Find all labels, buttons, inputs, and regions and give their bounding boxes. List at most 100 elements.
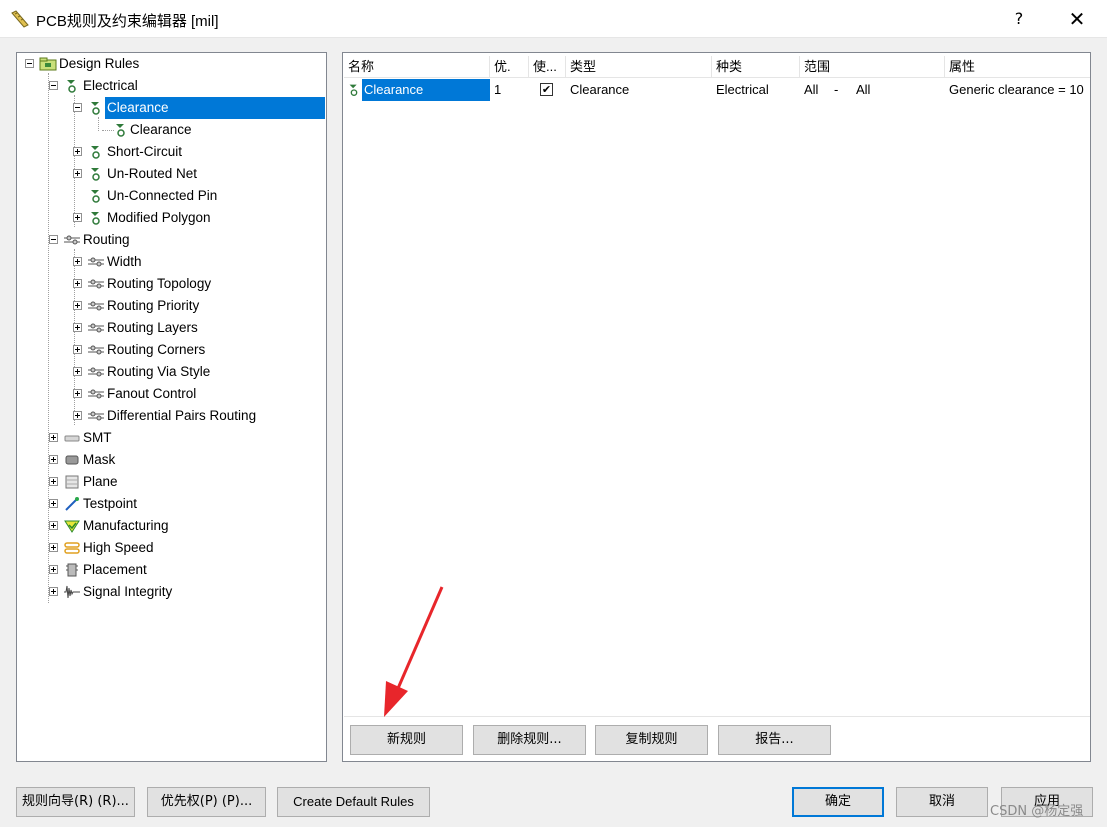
enabled-checkbox[interactable]: ✔ <box>540 83 553 96</box>
routing-icon <box>88 411 104 421</box>
close-button[interactable]: ✕ <box>1060 4 1094 34</box>
column-name[interactable]: 名称 <box>344 56 490 78</box>
delete-rule-button[interactable]: 删除规则... <box>473 725 586 755</box>
collapse-toggle[interactable] <box>25 59 34 68</box>
collapse-toggle[interactable] <box>49 81 58 90</box>
tree-item-testpoint[interactable]: Testpoint <box>17 493 317 515</box>
expand-toggle[interactable] <box>73 213 82 222</box>
tree-label: Design Rules <box>59 56 140 71</box>
column-category[interactable]: 种类 <box>712 56 800 78</box>
tree-item-width[interactable]: Width <box>17 251 317 273</box>
signal-integrity-icon <box>64 585 80 599</box>
expand-toggle[interactable] <box>73 411 82 420</box>
expand-toggle[interactable] <box>49 587 58 596</box>
tree-item-routing-priority[interactable]: Routing Priority <box>17 295 317 317</box>
routing-icon <box>88 323 104 333</box>
tree-item-routing[interactable]: Routing <box>17 229 317 251</box>
expand-toggle[interactable] <box>73 323 82 332</box>
pcb-ruler-icon <box>11 10 29 28</box>
column-type[interactable]: 类型 <box>566 56 712 78</box>
tree-label: Modified Polygon <box>107 210 211 225</box>
cell-scope-first: All <box>804 82 819 97</box>
copy-rule-button[interactable]: 复制规则 <box>595 725 708 755</box>
plane-icon <box>65 475 79 489</box>
expand-toggle[interactable] <box>73 301 82 310</box>
electrical-rule-icon <box>91 102 100 115</box>
tree-item-fanout-control[interactable]: Fanout Control <box>17 383 317 405</box>
table-row[interactable]: Clearance 1 ✔ Clearance Electrical All -… <box>344 79 1090 101</box>
column-enabled[interactable]: 使... <box>529 56 566 78</box>
rules-grid-panel: 名称 优. 使... 类型 种类 范围 属性 Clearance 1 ✔ Cle… <box>342 52 1091 762</box>
expand-toggle[interactable] <box>49 499 58 508</box>
tree-item-smt[interactable]: SMT <box>17 427 317 449</box>
tree-item-routing-layers[interactable]: Routing Layers <box>17 317 317 339</box>
tree-item-signal-integrity[interactable]: Signal Integrity <box>17 581 317 603</box>
tree-item-routing-topology[interactable]: Routing Topology <box>17 273 317 295</box>
tree-item-routing-via-style[interactable]: Routing Via Style <box>17 361 317 383</box>
cancel-button[interactable]: 取消 <box>896 787 988 817</box>
expand-toggle[interactable] <box>73 257 82 266</box>
expand-toggle[interactable] <box>49 543 58 552</box>
expand-toggle[interactable] <box>73 169 82 178</box>
expand-toggle[interactable] <box>49 521 58 530</box>
expand-toggle[interactable] <box>49 433 58 442</box>
cell-category: Electrical <box>716 82 769 97</box>
tree-label: Fanout Control <box>107 386 197 401</box>
report-button[interactable]: 报告... <box>718 725 831 755</box>
routing-icon <box>88 367 104 377</box>
tree-item-unrouted-net[interactable]: Un-Routed Net <box>17 163 317 185</box>
new-rule-button[interactable]: 新规则 <box>350 725 463 755</box>
cell-name[interactable]: Clearance <box>362 79 490 101</box>
expand-toggle[interactable] <box>73 147 82 156</box>
tree-label: Routing Topology <box>107 276 212 291</box>
tree-item-manufacturing[interactable]: Manufacturing <box>17 515 317 537</box>
tree-item-unconnected-pin[interactable]: Un-Connected Pin <box>17 185 317 207</box>
create-default-rules-button[interactable]: Create Default Rules <box>277 787 430 817</box>
expand-toggle[interactable] <box>49 455 58 464</box>
column-priority[interactable]: 优. <box>490 56 529 78</box>
tree-item-design-rules[interactable]: Design Rules <box>17 53 317 75</box>
tree-label: Routing <box>83 232 130 247</box>
placement-icon <box>66 563 78 577</box>
title-bar: PCB规则及约束编辑器 [mil] ? ✕ <box>0 0 1107 38</box>
cell-attributes: Generic clearance = 10 <box>949 82 1084 97</box>
column-attributes[interactable]: 属性 <box>945 56 1090 78</box>
expand-toggle[interactable] <box>49 565 58 574</box>
tree-label: Routing Corners <box>107 342 206 357</box>
expand-toggle[interactable] <box>73 367 82 376</box>
expand-toggle[interactable] <box>73 389 82 398</box>
expand-toggle[interactable] <box>49 477 58 486</box>
tree-item-diff-pairs-routing[interactable]: Differential Pairs Routing <box>17 405 317 427</box>
tree-item-short-circuit[interactable]: Short-Circuit <box>17 141 317 163</box>
electrical-rule-icon <box>91 212 100 225</box>
tree-label: SMT <box>83 430 112 445</box>
tree-item-high-speed[interactable]: High Speed <box>17 537 317 559</box>
routing-icon <box>88 301 104 311</box>
tree-item-routing-corners[interactable]: Routing Corners <box>17 339 317 361</box>
help-button[interactable]: ? <box>1004 4 1034 34</box>
tree-item-electrical[interactable]: Electrical <box>17 75 317 97</box>
tree-label: Testpoint <box>83 496 138 511</box>
ok-button[interactable]: 确定 <box>792 787 884 817</box>
expand-toggle[interactable] <box>73 345 82 354</box>
tree-item-modified-polygon[interactable]: Modified Polygon <box>17 207 317 229</box>
tree-item-plane[interactable]: Plane <box>17 471 317 493</box>
tree-item-clearance-group[interactable]: Clearance <box>17 96 327 120</box>
column-scope[interactable]: 范围 <box>800 56 945 78</box>
priority-button[interactable]: 优先权(P) (P)... <box>147 787 266 817</box>
collapse-toggle[interactable] <box>73 103 82 112</box>
red-arrow-annotation <box>384 586 444 717</box>
expand-toggle[interactable] <box>73 279 82 288</box>
tree-label: Width <box>107 254 142 269</box>
tree-label: Manufacturing <box>83 518 169 533</box>
tree-item-mask[interactable]: Mask <box>17 449 317 471</box>
tree-item-placement[interactable]: Placement <box>17 559 317 581</box>
rule-wizard-button[interactable]: 规则向导(R) (R)... <box>16 787 135 817</box>
tree-item-clearance-rule[interactable]: Clearance <box>17 119 317 141</box>
mask-icon <box>65 455 79 465</box>
rule-tree[interactable]: Design Rules Electrical Clearance Cleara… <box>16 52 327 762</box>
tree-label: High Speed <box>83 540 154 555</box>
collapse-toggle[interactable] <box>49 235 58 244</box>
tree-label: Mask <box>83 452 116 467</box>
tree-label: Un-Routed Net <box>107 166 198 181</box>
